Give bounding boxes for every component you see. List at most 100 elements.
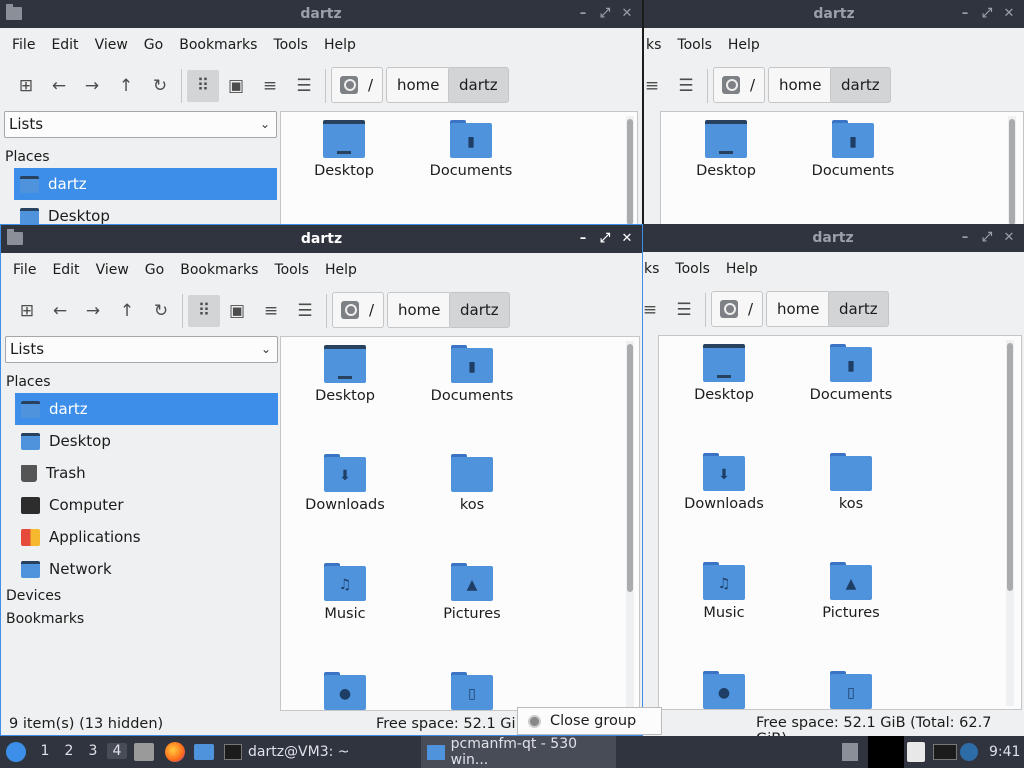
sidebar-item-applications[interactable]: Applications [15,521,278,553]
maximize-button[interactable]: ⤢ [980,4,994,24]
path-root-button[interactable]: / [713,67,765,103]
menu-bookmarks-partial[interactable]: ks [644,37,669,53]
bookmarks-heading[interactable]: Bookmarks [6,611,84,627]
file-item-pictures[interactable]: ▲ Pictures [788,562,914,621]
up-arrow-icon[interactable]: ↑ [111,295,143,327]
file-item-documents[interactable]: ▮ Documents [409,345,535,404]
file-item-public[interactable]: ● [661,671,787,709]
icon-view-icon[interactable]: ⠿ [188,295,220,327]
workspace-3[interactable]: 3 [83,743,103,759]
menu-file[interactable]: File [5,262,44,278]
path-root-button[interactable]: / [332,292,384,328]
menu-view[interactable]: View [88,262,137,278]
menu-edit[interactable]: Edit [43,37,86,53]
sidebar-item-desktop[interactable]: Desktop [14,200,277,224]
window-titlebar[interactable]: dartz – ⤢ ✕ [0,0,642,28]
back-arrow-icon[interactable]: ← [43,70,75,102]
forward-arrow-icon[interactable]: → [76,70,108,102]
terminal-task[interactable]: dartz@VM3: ~ [224,736,350,768]
devices-heading[interactable]: Devices [6,588,61,604]
vertical-scrollbar[interactable] [1006,340,1014,706]
menu-tools[interactable]: Tools [667,261,718,277]
reload-icon[interactable]: ↻ [145,295,177,327]
forward-arrow-icon[interactable]: → [77,295,109,327]
path-home-button[interactable]: home [387,292,452,328]
compact-view-icon[interactable]: ≡ [254,70,286,102]
file-item-desktop[interactable]: Desktop [663,120,789,179]
scrollbar-handle[interactable] [627,119,633,224]
scrollbar-handle[interactable] [1009,119,1015,224]
close-button[interactable]: ✕ [1002,4,1016,24]
minimize-button[interactable]: – [958,228,972,248]
window-titlebar[interactable]: dartz – ⤢ ✕ [1,225,642,253]
menu-help[interactable]: Help [317,262,365,278]
menu-edit[interactable]: Edit [44,262,87,278]
sidebar-item-desktop[interactable]: Desktop [15,425,278,457]
minimize-button[interactable]: – [576,4,590,24]
scrollbar-handle[interactable] [1007,343,1013,591]
file-view[interactable]: Desktop ▮ Documents [660,111,1024,224]
file-item-kos[interactable]: kos [409,454,535,513]
close-group-menu-item[interactable]: Close group [517,707,662,735]
path-home-button[interactable]: home [768,67,833,103]
new-tab-icon[interactable]: ⊞ [11,295,43,327]
path-dartz-button[interactable]: dartz [830,67,891,103]
file-item-public[interactable]: ● [282,672,408,710]
file-item-desktop[interactable]: Desktop [282,345,408,404]
workspace-4[interactable]: 4 [107,743,127,759]
reload-icon[interactable]: ↻ [144,70,176,102]
menu-tools[interactable]: Tools [669,37,720,53]
icon-view-icon[interactable]: ⠿ [187,70,219,102]
sidebar-item-network[interactable]: Network [15,553,278,585]
network-tray-icon[interactable] [933,736,957,768]
path-dartz-button[interactable]: dartz [449,292,510,328]
file-item-music[interactable]: ♫ Music [661,562,787,621]
menu-help[interactable]: Help [316,37,364,53]
menu-tools[interactable]: Tools [265,37,316,53]
vertical-scrollbar[interactable] [1008,116,1016,224]
thumbnail-view-icon[interactable]: ▣ [220,70,252,102]
sidebar-item-dartz[interactable]: dartz [14,168,277,200]
path-home-button[interactable]: home [766,291,831,327]
menu-go[interactable]: Go [137,262,172,278]
tray-up-icon[interactable] [842,736,858,768]
file-manager-window-top-left[interactable]: dartz – ⤢ ✕ File Edit View Go Bookmarks … [0,0,642,224]
clipboard-icon[interactable] [907,736,925,768]
compact-view-icon[interactable]: ≡ [642,294,666,326]
volume-icon[interactable] [960,736,978,768]
file-manager-window-top-right[interactable]: dartz – ⤢ ✕ ks Tools Help ≡ ☰ / home dar… [642,0,1024,224]
window-titlebar[interactable]: dartz – ⤢ ✕ [642,224,1024,252]
file-item-templates[interactable]: ▯ [788,671,914,709]
desktop-launcher[interactable] [194,736,214,768]
compact-view-icon[interactable]: ≡ [255,295,287,327]
close-button[interactable]: ✕ [620,4,634,24]
file-manager-window-bottom-right[interactable]: dartz – ⤢ ✕ ks Tools Help ≡ ☰ / home dar… [642,224,1024,736]
file-manager-launcher[interactable] [134,736,154,768]
file-item-music[interactable]: ♫ Music [282,563,408,622]
vertical-scrollbar[interactable] [626,116,634,224]
workspace-2[interactable]: 2 [59,743,79,759]
menu-help[interactable]: Help [720,37,768,53]
path-dartz-button[interactable]: dartz [828,291,889,327]
firefox-launcher[interactable] [165,736,185,768]
file-item-kos[interactable]: kos [788,453,914,512]
file-item-downloads[interactable]: ⬇ Downloads [282,454,408,513]
minimize-button[interactable]: – [958,4,972,24]
window-titlebar[interactable]: dartz – ⤢ ✕ [644,0,1024,28]
menu-file[interactable]: File [4,37,43,53]
path-home-button[interactable]: home [386,67,451,103]
start-menu-button[interactable] [6,736,26,768]
maximize-button[interactable]: ⤢ [598,229,612,249]
back-arrow-icon[interactable]: ← [44,295,76,327]
file-manager-task[interactable]: pcmanfm-qt - 530 win... [421,736,616,768]
file-item-documents[interactable]: ▮ Documents [790,120,916,179]
menu-bookmarks[interactable]: Bookmarks [172,262,266,278]
close-button[interactable]: ✕ [1002,228,1016,248]
workspace-1[interactable]: 1 [35,743,55,759]
maximize-button[interactable]: ⤢ [980,228,994,248]
path-root-button[interactable]: / [711,291,763,327]
path-root-button[interactable]: / [331,67,383,103]
file-item-downloads[interactable]: ⬇ Downloads [661,453,787,512]
maximize-button[interactable]: ⤢ [598,4,612,24]
menu-bookmarks[interactable]: Bookmarks [171,37,265,53]
